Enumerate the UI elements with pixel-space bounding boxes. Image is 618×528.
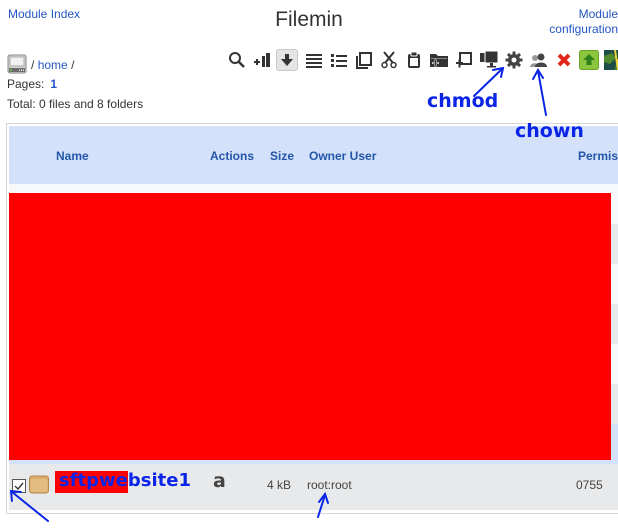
file-name-link[interactable]: sftpwebsite1 <box>59 470 191 491</box>
cut-icon <box>380 51 397 69</box>
paste-icon <box>407 51 420 68</box>
download-button[interactable] <box>276 49 298 71</box>
breadcrumb-separator: / <box>71 58 75 72</box>
select-all-button[interactable] <box>301 48 326 72</box>
annotation-chown: chown <box>515 120 584 142</box>
breadcrumb: / home / <box>31 58 74 72</box>
copy-button[interactable] <box>351 48 376 72</box>
chown-button[interactable] <box>526 48 551 72</box>
cut-button[interactable] <box>376 48 401 72</box>
total-summary: Total: 0 files and 8 folders <box>7 97 144 111</box>
file-permissions: 0755 <box>576 478 603 492</box>
copy-icon <box>355 52 372 69</box>
column-header-size[interactable]: Size <box>270 149 294 163</box>
module-config-line2: configuration <box>549 22 618 36</box>
action-rename-icon[interactable]: a <box>213 470 226 492</box>
delete-button[interactable] <box>551 48 576 72</box>
pages-label: Pages: <box>7 77 45 91</box>
breadcrumb-home[interactable]: home <box>38 58 68 72</box>
hard-drive-icon[interactable] <box>7 54 27 74</box>
create-file-icon <box>455 52 472 68</box>
users-icon <box>529 53 547 67</box>
list-icon <box>330 54 347 67</box>
gear-icon <box>505 51 522 69</box>
module-config-line1: Module <box>578 7 618 21</box>
upload-icon <box>578 50 599 70</box>
search-icon <box>228 52 245 68</box>
column-header-owner[interactable]: Owner User <box>309 149 376 163</box>
create-file-button[interactable] <box>451 48 476 72</box>
column-header-name[interactable]: Name <box>56 149 89 163</box>
module-config-link[interactable]: Module configuration <box>538 7 618 37</box>
column-header-actions: Actions <box>210 149 255 163</box>
chmod-button[interactable] <box>501 48 526 72</box>
download-icon <box>281 54 293 66</box>
checkmark-icon <box>14 482 24 491</box>
page-link-1[interactable]: 1 <box>50 77 57 91</box>
file-size: 4 kB <box>267 478 292 492</box>
folder-icon <box>29 474 49 494</box>
upload-button[interactable] <box>576 48 601 72</box>
new-file-icon <box>253 53 270 67</box>
new-file-button[interactable] <box>249 48 274 72</box>
map-icon <box>603 50 618 70</box>
breadcrumb-separator: / <box>31 58 35 72</box>
select-all-icon <box>305 54 322 68</box>
monitor-icon <box>479 50 498 68</box>
new-folder-button[interactable] <box>426 48 451 72</box>
pagination: Pages: 1 <box>7 77 57 91</box>
redaction-box <box>9 193 611 460</box>
annotation-chmod: chmod <box>427 90 499 112</box>
arrow-to-chown <box>537 70 547 116</box>
table-row[interactable]: sftpwebsite1 a 4 kB root:root 0755 <box>9 464 618 510</box>
delete-icon <box>557 53 570 67</box>
row-checkbox[interactable] <box>12 479 26 493</box>
file-owner: root:root <box>307 478 352 492</box>
paste-button[interactable] <box>401 48 426 72</box>
search-button[interactable] <box>224 48 249 72</box>
remote-download-button[interactable] <box>476 48 501 72</box>
page-title: Filemin <box>275 8 343 31</box>
column-header-permissions[interactable]: Permis <box>578 149 618 163</box>
toolbar <box>224 48 618 72</box>
new-folder-icon <box>429 54 448 67</box>
bookmarks-button[interactable] <box>601 48 618 72</box>
invert-selection-button[interactable] <box>326 48 351 72</box>
